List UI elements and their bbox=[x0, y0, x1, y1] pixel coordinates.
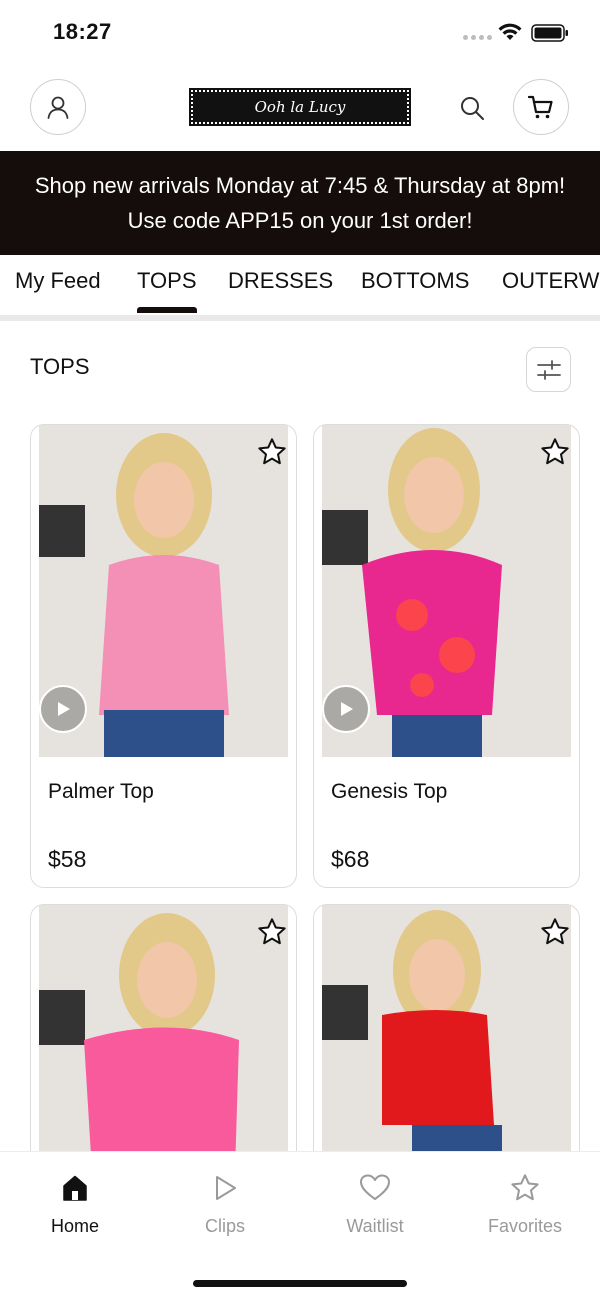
tab-tops[interactable]: TOPS bbox=[137, 268, 197, 294]
tab-outerwear[interactable]: OUTERW bbox=[502, 268, 599, 294]
video-play-button[interactable] bbox=[322, 685, 370, 733]
section-title: TOPS bbox=[30, 354, 90, 379]
product-card[interactable]: Palmer Top $58 bbox=[30, 424, 297, 888]
product-image[interactable] bbox=[39, 425, 288, 757]
cart-icon bbox=[527, 95, 553, 119]
tab-bottoms[interactable]: BOTTOMS bbox=[361, 268, 469, 294]
product-name[interactable]: Palmer Top bbox=[48, 780, 154, 804]
play-icon bbox=[341, 702, 353, 716]
play-icon bbox=[216, 1176, 236, 1200]
star-icon bbox=[541, 918, 569, 945]
tabs-divider bbox=[0, 315, 600, 321]
account-button[interactable] bbox=[30, 79, 86, 135]
video-play-button[interactable] bbox=[39, 685, 87, 733]
sliders-icon bbox=[536, 359, 561, 380]
tab-dresses[interactable]: DRESSES bbox=[228, 268, 333, 294]
star-icon bbox=[511, 1174, 539, 1201]
product-price: $68 bbox=[331, 846, 370, 872]
home-indicator[interactable] bbox=[193, 1280, 407, 1287]
filter-button[interactable] bbox=[526, 347, 571, 392]
wifi-icon bbox=[498, 23, 522, 40]
category-tabs: My Feed TOPS DRESSES BOTTOMS OUTERW bbox=[0, 255, 600, 317]
nav-label: Waitlist bbox=[346, 1216, 404, 1236]
nav-favorites[interactable]: Favorites bbox=[465, 1168, 585, 1237]
brand-logo[interactable]: Ooh la Lucy bbox=[189, 88, 411, 126]
play-icon bbox=[58, 702, 70, 716]
promo-text: Shop new arrivals Monday at 7:45 & Thurs… bbox=[34, 173, 566, 233]
search-button[interactable] bbox=[455, 91, 489, 125]
logo-text: Ooh la Lucy bbox=[254, 98, 346, 116]
product-image[interactable] bbox=[322, 425, 571, 757]
user-icon bbox=[47, 96, 69, 119]
favorite-button[interactable] bbox=[254, 914, 288, 950]
star-icon bbox=[258, 918, 286, 945]
product-name[interactable]: Genesis Top bbox=[331, 780, 447, 804]
status-time: 18:27 bbox=[53, 19, 112, 44]
nav-label: Home bbox=[50, 1216, 99, 1236]
search-icon bbox=[461, 97, 484, 120]
favorite-button[interactable] bbox=[537, 914, 571, 950]
app-header: Ooh la Lucy bbox=[0, 66, 600, 152]
cellular-signal-icon bbox=[463, 35, 492, 40]
favorite-button[interactable] bbox=[537, 434, 571, 470]
nav-label: Favorites bbox=[487, 1216, 563, 1236]
battery-icon bbox=[531, 24, 568, 42]
nav-label: Clips bbox=[204, 1216, 245, 1236]
active-tab-indicator bbox=[137, 307, 197, 313]
status-bar: 18:27 bbox=[0, 0, 600, 66]
nav-waitlist[interactable]: Waitlist bbox=[315, 1168, 435, 1237]
favorite-button[interactable] bbox=[254, 434, 288, 470]
star-icon bbox=[541, 438, 569, 465]
nav-home[interactable]: Home bbox=[15, 1168, 135, 1237]
promo-banner[interactable]: Shop new arrivals Monday at 7:45 & Thurs… bbox=[0, 151, 600, 255]
bottom-nav: Home Clips Waitlist Favorites bbox=[0, 1151, 600, 1300]
product-price: $58 bbox=[48, 846, 87, 872]
cart-button[interactable] bbox=[513, 79, 569, 135]
tab-my-feed[interactable]: My Feed bbox=[15, 268, 101, 294]
nav-clips[interactable]: Clips bbox=[165, 1168, 285, 1237]
star-icon bbox=[258, 438, 286, 465]
heart-icon bbox=[360, 1174, 390, 1200]
home-icon bbox=[63, 1175, 87, 1201]
product-card[interactable]: Genesis Top $68 bbox=[313, 424, 580, 888]
